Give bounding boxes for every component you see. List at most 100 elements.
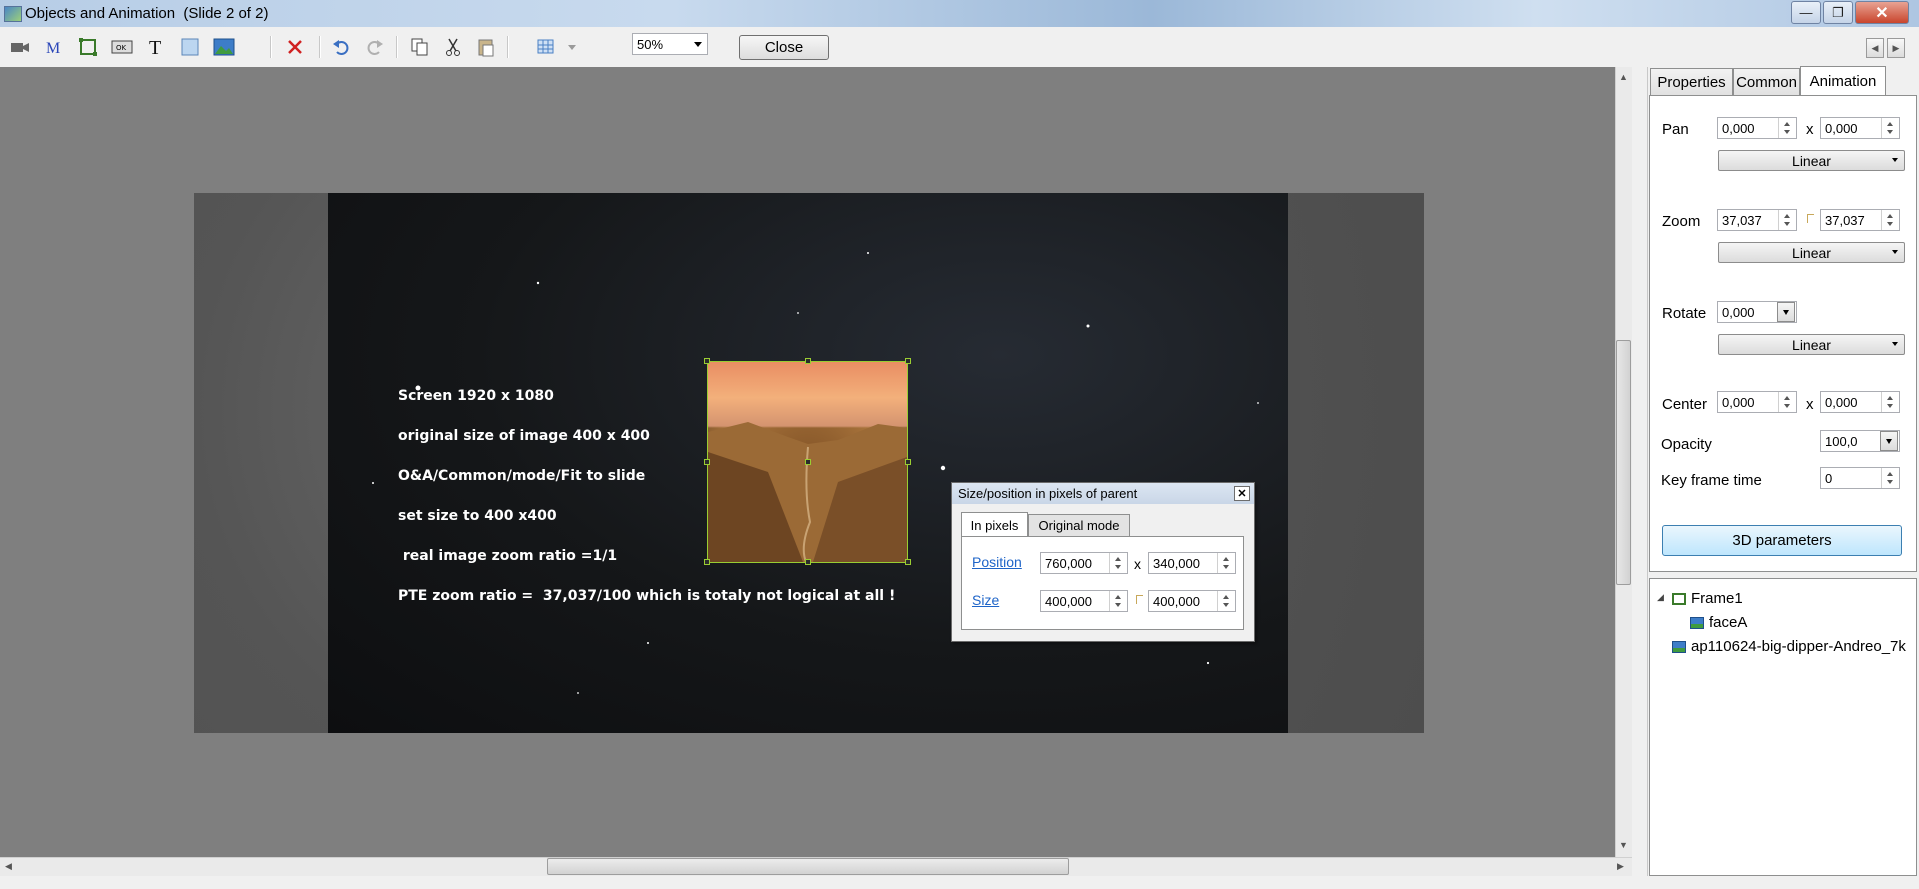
zoom-value: 50% <box>637 37 664 52</box>
rectangle-icon[interactable] <box>178 35 202 59</box>
cut-icon[interactable] <box>441 35 465 59</box>
collapse-arrow-icon[interactable]: ◢ <box>1657 592 1664 603</box>
opacity-dropdown-icon[interactable] <box>1880 431 1898 451</box>
frame-icon[interactable] <box>76 35 100 59</box>
slide-text-line[interactable]: PTE zoom ratio = 37,037/100 which is tot… <box>398 588 895 604</box>
resize-handle[interactable] <box>905 459 911 465</box>
tab-in-pixels[interactable]: In pixels <box>961 512 1028 537</box>
spinner-icon[interactable] <box>1881 392 1899 412</box>
delete-icon[interactable] <box>283 35 307 59</box>
zoom-select[interactable]: 50% <box>632 33 708 55</box>
image-icon <box>1672 640 1686 653</box>
zoom-x-field[interactable]: 37,037 <box>1717 209 1797 231</box>
rotate-mode-dropdown[interactable]: Linear <box>1718 334 1905 355</box>
grid-icon[interactable] <box>534 35 558 59</box>
spinner-icon[interactable] <box>1881 468 1899 488</box>
position-link[interactable]: Position <box>972 554 1022 570</box>
tab-original-mode[interactable]: Original mode <box>1028 514 1130 536</box>
window-close-button[interactable]: ✕ <box>1855 1 1909 24</box>
rotate-dropdown-icon[interactable] <box>1777 302 1795 322</box>
horizontal-scroll-thumb[interactable] <box>547 858 1069 875</box>
copy-icon[interactable] <box>408 35 432 59</box>
mask-icon[interactable]: M <box>42 35 66 59</box>
size-height-field[interactable]: 400,000 <box>1148 590 1236 612</box>
scroll-left-icon[interactable]: ◀ <box>5 861 12 872</box>
x-separator: x <box>1134 556 1141 572</box>
spinner-icon[interactable] <box>1778 392 1796 412</box>
slide-text-line[interactable]: original size of image 400 x 400 <box>398 428 650 444</box>
scroll-down-icon[interactable]: ▼ <box>1619 840 1628 850</box>
tree-item-frame1[interactable]: Frame1 <box>1672 590 1743 607</box>
aspect-lock-icon[interactable] <box>1807 214 1814 223</box>
pan-label: Pan <box>1662 121 1689 138</box>
tree-item-facea[interactable]: faceA <box>1690 614 1747 631</box>
resize-handle[interactable] <box>704 358 710 364</box>
image-icon[interactable] <box>212 35 236 59</box>
dialog-title-bar[interactable]: Size/position in pixels of parent ✕ <box>952 483 1254 504</box>
text-icon[interactable]: T <box>144 35 168 59</box>
pan-x-value: 0,000 <box>1722 121 1755 136</box>
center-x-field[interactable]: 0,000 <box>1717 391 1797 413</box>
tree-item-background-image[interactable]: ap110624-big-dipper-Andreo_7k <box>1672 638 1906 655</box>
scroll-up-icon[interactable]: ▲ <box>1619 72 1628 82</box>
spinner-icon[interactable] <box>1109 553 1127 573</box>
pan-mode-value: Linear <box>1792 152 1831 169</box>
frame-icon <box>1672 592 1686 605</box>
slide-text-line[interactable]: O&A/Common/mode/Fit to slide <box>398 468 645 484</box>
zoom-mode-dropdown[interactable]: Linear <box>1718 242 1905 263</box>
dialog-close-icon[interactable]: ✕ <box>1234 486 1250 501</box>
spinner-icon[interactable] <box>1881 210 1899 230</box>
center-label: Center <box>1662 396 1708 413</box>
next-slide-button[interactable]: ▶ <box>1887 38 1905 58</box>
prev-slide-button[interactable]: ◀ <box>1866 38 1884 58</box>
center-handle[interactable] <box>805 459 811 465</box>
undo-icon[interactable] <box>329 35 353 59</box>
size-link[interactable]: Size <box>972 592 999 608</box>
pan-mode-dropdown[interactable]: Linear <box>1718 150 1905 171</box>
tree-item-label: Frame1 <box>1691 590 1743 607</box>
redo-icon[interactable] <box>363 35 387 59</box>
resize-handle[interactable] <box>805 358 811 364</box>
minimize-button[interactable]: — <box>1791 1 1821 24</box>
maximize-button[interactable]: ❐ <box>1823 1 1853 24</box>
dialog-title: Size/position in pixels of parent <box>958 486 1138 501</box>
vertical-scroll-thumb[interactable] <box>1616 340 1631 585</box>
resize-handle[interactable] <box>704 459 710 465</box>
button-icon[interactable]: OK <box>110 35 134 59</box>
size-width-field[interactable]: 400,000 <box>1040 590 1128 612</box>
aspect-lock-icon[interactable] <box>1136 595 1143 604</box>
keyframe-field[interactable]: 0 <box>1820 467 1900 489</box>
position-y-field[interactable]: 340,000 <box>1148 552 1236 574</box>
tab-properties[interactable]: Properties <box>1650 68 1733 95</box>
pan-x-field[interactable]: 0,000 <box>1717 117 1797 139</box>
spinner-icon[interactable] <box>1778 118 1796 138</box>
slide-text-line[interactable]: Screen 1920 x 1080 <box>398 388 554 404</box>
spinner-icon[interactable] <box>1881 118 1899 138</box>
spinner-icon[interactable] <box>1217 553 1235 573</box>
resize-handle[interactable] <box>805 559 811 565</box>
paste-icon[interactable] <box>474 35 498 59</box>
toolbar-separator <box>396 36 398 58</box>
spinner-icon[interactable] <box>1778 210 1796 230</box>
close-button[interactable]: Close <box>739 35 829 60</box>
tab-animation[interactable]: Animation <box>1800 66 1886 96</box>
slide-text-line[interactable]: set size to 400 x400 <box>398 508 557 524</box>
spinner-icon[interactable] <box>1109 591 1127 611</box>
spinner-icon[interactable] <box>1217 591 1235 611</box>
center-y-field[interactable]: 0,000 <box>1820 391 1900 413</box>
3d-parameters-button[interactable]: 3D parameters <box>1662 525 1902 556</box>
grid-dropdown-icon[interactable] <box>560 35 584 59</box>
pan-y-field[interactable]: 0,000 <box>1820 117 1900 139</box>
resize-handle[interactable] <box>905 358 911 364</box>
zoom-y-field[interactable]: 37,037 <box>1820 209 1900 231</box>
scroll-right-icon[interactable]: ▶ <box>1617 861 1624 872</box>
position-x-field[interactable]: 760,000 <box>1040 552 1128 574</box>
camera-icon[interactable] <box>8 35 32 59</box>
resize-handle[interactable] <box>704 559 710 565</box>
tab-common[interactable]: Common <box>1733 68 1800 95</box>
rotate-mode-value: Linear <box>1792 336 1831 353</box>
rotate-field[interactable]: 0,000 <box>1717 301 1797 323</box>
slide-text-line[interactable]: real image zoom ratio =1/1 <box>398 548 617 564</box>
resize-handle[interactable] <box>905 559 911 565</box>
opacity-field[interactable]: 100,0 <box>1820 430 1900 452</box>
